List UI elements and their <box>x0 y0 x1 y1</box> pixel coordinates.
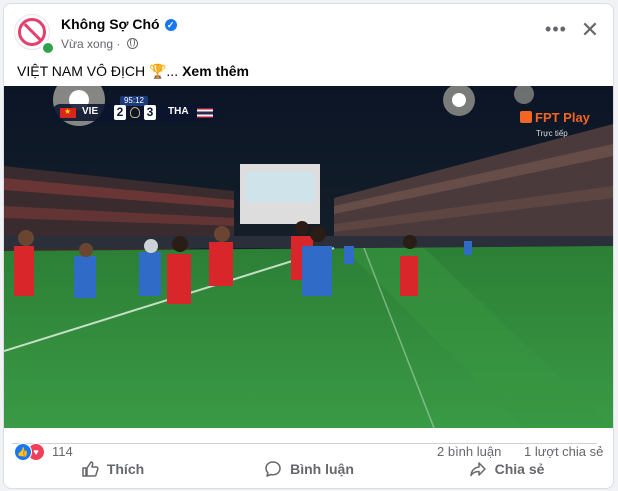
comment-label: Bình luận <box>290 461 354 477</box>
thailand-flag-icon <box>197 108 213 118</box>
page-name-link[interactable]: Không Sợ Chó ✓ <box>61 16 177 32</box>
more-options-button[interactable]: ••• <box>544 20 568 42</box>
post-timestamp[interactable]: Vừa xong <box>61 37 113 51</box>
meta-separator: · <box>116 37 121 51</box>
page-name-text[interactable]: Không Sợ Chó <box>61 16 160 32</box>
post-header: Không Sợ Chó ✓ Vừa xong · ••• ✕ <box>4 4 613 58</box>
like-button[interactable]: Thích <box>20 453 205 485</box>
like-label: Thích <box>106 461 145 477</box>
fpt-logo-icon <box>520 111 532 123</box>
video-frame <box>4 86 613 428</box>
away-team-label: THA <box>168 106 189 117</box>
trophy-icon <box>130 107 140 118</box>
caption-text: VIỆT NAM VÔ ĐỊCH 🏆... <box>17 63 179 79</box>
broadcaster-live-label: Trực tiếp <box>536 129 568 138</box>
video-player[interactable]: 95:12 VIE 2 3 THA FPT Play Trực tiếp <box>4 86 613 428</box>
share-button[interactable]: Chia sẻ <box>414 453 599 485</box>
post-caption: VIỆT NAM VÔ ĐỊCH 🏆... Xem thêm <box>17 63 249 80</box>
comment-icon <box>265 461 281 477</box>
away-score: 3 <box>144 105 156 120</box>
post-card: Không Sợ Chó ✓ Vừa xong · ••• ✕ VIỆT NAM … <box>3 3 614 489</box>
thumbs-up-icon <box>82 461 99 477</box>
action-divider <box>12 443 597 444</box>
share-icon <box>469 462 486 477</box>
close-button[interactable]: ✕ <box>578 18 602 42</box>
post-meta: Vừa xong · <box>61 37 138 51</box>
online-status-dot <box>41 41 55 55</box>
like-reaction-icon: 👍 <box>14 443 32 461</box>
home-team-label: VIE <box>82 106 99 117</box>
comment-button[interactable]: Bình luận <box>214 453 404 485</box>
scoreboard: 95:12 VIE 2 3 THA <box>52 96 218 121</box>
globe-icon <box>126 38 138 49</box>
home-score: 2 <box>114 105 126 120</box>
share-label: Chia sẻ <box>494 461 545 477</box>
see-more-link[interactable]: Xem thêm <box>182 63 249 79</box>
broadcaster-logo: FPT Play <box>520 110 590 125</box>
verified-badge-icon: ✓ <box>164 19 177 31</box>
broadcaster-name: FPT Play <box>535 110 590 125</box>
vietnam-flag-icon <box>60 107 76 118</box>
